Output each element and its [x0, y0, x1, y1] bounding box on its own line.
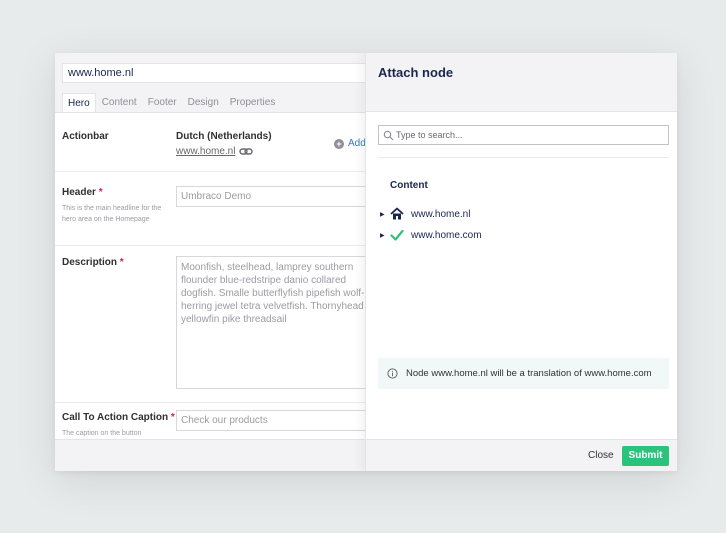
caret-right-icon[interactable]: ▶ — [380, 211, 388, 218]
editor-footer — [55, 439, 365, 471]
tree-item-label: www.home.com — [411, 229, 482, 241]
description-row: Description * Moonfish, steelhead, lampr… — [55, 246, 365, 403]
dialog-title: Attach node — [378, 65, 454, 80]
culture-name: Dutch (Netherlands) — [176, 131, 272, 142]
description-label: Description * — [62, 257, 124, 268]
tree-item-home-nl[interactable]: ▶ www.home.nl — [380, 206, 580, 222]
add-button[interactable]: + Add — [334, 138, 365, 149]
close-button[interactable]: Close — [588, 447, 614, 465]
search-box — [378, 125, 669, 145]
header-label-text: Header — [62, 187, 96, 198]
actionbar-label: Actionbar — [62, 131, 109, 142]
app-window: www.home.nl Hero Content Footer Design P… — [55, 53, 677, 471]
translation-notice: Node www.home.nl will be a translation o… — [378, 358, 669, 389]
cta-caption-description: The caption on the button — [62, 430, 142, 437]
required-mark: * — [98, 187, 103, 198]
tab-design[interactable]: Design — [183, 93, 224, 112]
home-icon — [390, 207, 404, 220]
content-editor: www.home.nl Hero Content Footer Design P… — [55, 53, 382, 471]
check-icon — [390, 229, 404, 241]
divider — [378, 157, 669, 158]
tab-properties[interactable]: Properties — [225, 93, 281, 112]
tab-footer[interactable]: Footer — [143, 93, 182, 112]
tab-content[interactable]: Content — [97, 93, 142, 112]
caret-right-icon[interactable]: ▶ — [380, 232, 388, 239]
description-label-text: Description — [62, 257, 118, 268]
description-textarea[interactable]: Moonfish, steelhead, lamprey southern fl… — [176, 256, 365, 389]
link-icon[interactable] — [239, 146, 253, 158]
cta-caption-row: Call To Action Caption * The caption on … — [55, 403, 365, 439]
tree-root-content: Content — [390, 180, 428, 191]
tab-hero[interactable]: Hero — [62, 93, 96, 112]
notice-text: Node www.home.nl will be a translation o… — [406, 368, 652, 379]
cta-caption-input[interactable]: Check our products — [176, 410, 365, 431]
header-input[interactable]: Umbraco Demo — [176, 186, 365, 207]
header-description: This is the main headline for the hero a… — [62, 205, 162, 223]
plus-circle-icon: + — [334, 138, 344, 149]
submit-button[interactable]: Submit — [622, 446, 669, 466]
tree-item-label: www.home.nl — [411, 208, 471, 220]
actionbar-row: Actionbar Dutch (Netherlands) www.home.n… — [55, 113, 365, 172]
node-name-input[interactable]: www.home.nl — [62, 63, 382, 83]
dialog-footer: Close Submit — [366, 439, 677, 471]
properties-panel: Actionbar Dutch (Netherlands) www.home.n… — [55, 112, 365, 439]
attach-node-dialog: Attach node Content ▶ www.home.nl ▶ — [365, 53, 677, 471]
search-input[interactable] — [396, 128, 664, 142]
header-row: Header * This is the main headline for t… — [55, 172, 365, 246]
add-label: Add — [348, 138, 365, 149]
culture-link[interactable]: www.home.nl — [176, 146, 235, 157]
info-icon — [387, 368, 398, 379]
cta-caption-label: Call To Action Caption * — [62, 412, 175, 423]
required-mark: * — [170, 412, 175, 423]
search-icon — [383, 130, 394, 141]
header-label: Header * — [62, 187, 103, 198]
editor-tabs: Hero Content Footer Design Properties — [62, 93, 281, 112]
required-mark: * — [119, 257, 124, 268]
cta-caption-label-text: Call To Action Caption — [62, 412, 169, 423]
tree-item-home-com[interactable]: ▶ www.home.com — [380, 227, 580, 243]
dialog-header: Attach node — [366, 53, 677, 112]
